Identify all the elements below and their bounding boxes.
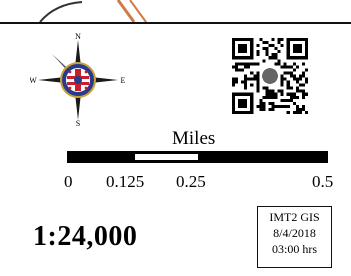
compass-south-label: S (76, 119, 80, 128)
scale-tick-025: 0.25 (176, 172, 206, 191)
compass-east-label: E (121, 76, 126, 85)
scale-tick-05: 0.5 (312, 172, 334, 191)
stamp-date: 8/4/2018 (273, 226, 316, 240)
compass-west-label: W (30, 76, 37, 85)
stamp-org: IMT2 GIS (269, 210, 320, 224)
scale-tick-0: 0 (64, 172, 73, 191)
compass-north-label: N (75, 32, 81, 41)
compass-rose: N S W E (29, 32, 126, 128)
production-stamp: IMT2 GIS 8/4/2018 03:00 hrs (257, 206, 332, 268)
scale-ratio: 1:24,000 (33, 221, 138, 252)
scale-bar (67, 151, 328, 163)
scale-tick-0125: 0.125 (106, 172, 145, 191)
qr-code-icon[interactable] (232, 38, 308, 114)
stamp-time: 03:00 hrs (272, 242, 317, 256)
scale-unit-label: Miles (172, 128, 216, 149)
map-top-edge (0, 0, 351, 24)
map-fragment (39, 0, 147, 23)
